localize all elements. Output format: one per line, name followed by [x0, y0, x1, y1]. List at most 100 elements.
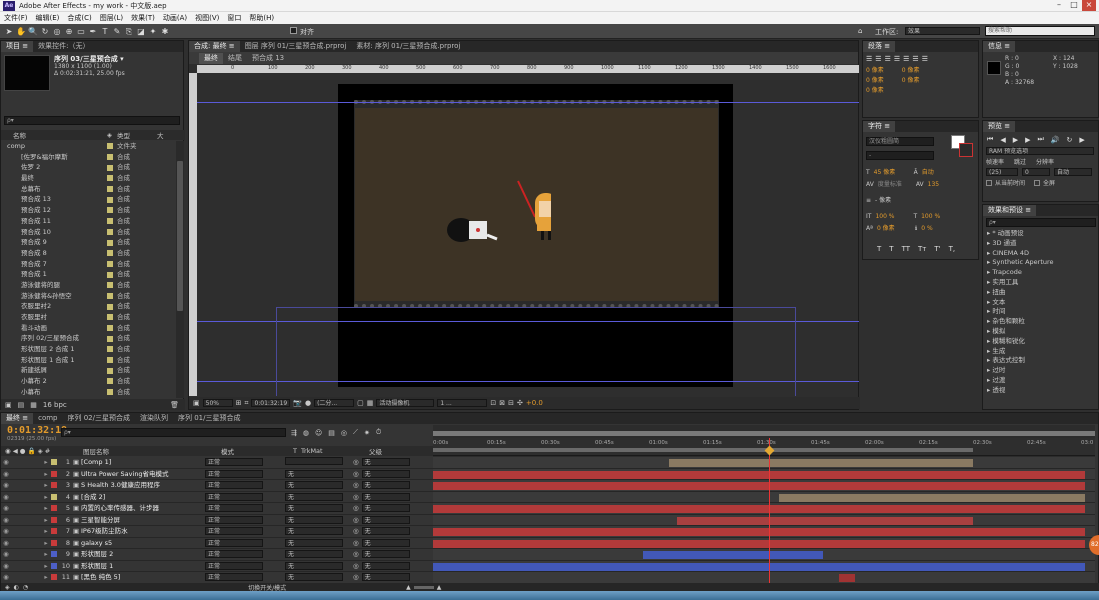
stroke-color-swatch[interactable]: [959, 143, 973, 157]
label-color-icon[interactable]: [107, 312, 117, 323]
first-frame-icon[interactable]: ⏮: [987, 135, 993, 144]
project-item[interactable]: 预合成 7 合成: [1, 259, 175, 270]
label-color-icon[interactable]: [107, 237, 117, 248]
effect-category[interactable]: ▸ 生成: [983, 347, 1098, 357]
layer-row[interactable]: ◉ ▸ 10 ▣ 形状图层 1 正常无 ◎ 无: [1, 561, 433, 572]
audio-toggle[interactable]: [11, 515, 21, 526]
clone-tool-icon[interactable]: ⎘: [124, 26, 134, 37]
blend-mode-select[interactable]: 正常: [205, 538, 263, 547]
lock-toggle[interactable]: [31, 492, 41, 503]
blend-mode-select[interactable]: 正常: [205, 481, 263, 489]
menu-item-8[interactable]: 帮助(H): [245, 12, 278, 24]
tab-character[interactable]: 字符 ≡: [863, 121, 896, 132]
effect-category[interactable]: ▸ 模拟: [983, 327, 1098, 337]
text-style-button[interactable]: Tт: [918, 245, 926, 253]
expand-arrow-icon[interactable]: ▸: [987, 366, 990, 374]
toggle-pixel-icon[interactable]: ⊡: [490, 399, 496, 407]
lock-toggle[interactable]: [31, 538, 41, 549]
pen-tool-icon[interactable]: ✒: [88, 26, 98, 37]
layer-name[interactable]: S Health 3.0健康应用程序: [81, 480, 205, 491]
layer-label-color[interactable]: [51, 538, 59, 549]
pickwhip-icon[interactable]: ◎: [353, 469, 359, 480]
font-size-value[interactable]: 45 像素: [874, 167, 914, 179]
hand-tool-icon[interactable]: ✋: [16, 26, 26, 37]
col-t[interactable]: T: [293, 447, 301, 455]
project-item[interactable]: 游泳健将&孙悟空 合成: [1, 291, 175, 302]
menu-item-4[interactable]: 效果(T): [127, 12, 159, 24]
project-item[interactable]: 形状图层 1 合成 1 合成: [1, 355, 175, 366]
timeline-tab[interactable]: 序列 02/三星预合成: [63, 413, 136, 424]
font-style-select[interactable]: -: [866, 151, 934, 160]
label-color-icon[interactable]: [107, 248, 117, 259]
project-item[interactable]: 总幕布 合成: [1, 184, 175, 195]
layer-name[interactable]: [黑色 纯色 5]: [81, 572, 205, 583]
blend-mode-select[interactable]: 正常: [205, 469, 263, 478]
ram-preview-options-select[interactable]: RAM 预览选项: [986, 147, 1094, 155]
audio-toggle[interactable]: [11, 469, 21, 480]
tab-info[interactable]: 信息 ≡: [983, 41, 1016, 52]
timeline-tab[interactable]: 渲染队列: [135, 413, 173, 424]
effect-category[interactable]: ▸ 扭曲: [983, 288, 1098, 298]
project-item[interactable]: [佐罗&福尔摩斯 合成: [1, 152, 175, 163]
loop-icon[interactable]: ↻: [1067, 136, 1073, 144]
graph-editor-icon[interactable]: ⟋: [353, 428, 358, 437]
frame-blending-icon[interactable]: ▤: [328, 429, 335, 437]
layer-name[interactable]: IP67级防尘防水: [81, 526, 205, 537]
effect-category[interactable]: ▸ 杂色和颗粒: [983, 317, 1098, 327]
label-color-icon[interactable]: [107, 227, 117, 238]
lock-toggle[interactable]: [31, 526, 41, 537]
layer-row[interactable]: ◉ ▸ 8 ▣ galaxy s5 正常无 ◎ 无: [1, 538, 433, 549]
project-item[interactable]: 预合成 8 合成: [1, 248, 175, 259]
layer-name[interactable]: 三星智能分屏: [81, 515, 205, 526]
solo-toggle[interactable]: [21, 457, 31, 468]
layer-duration-bar[interactable]: [839, 574, 855, 582]
col-mode[interactable]: 模式: [221, 446, 293, 456]
expand-arrow-icon[interactable]: ▸: [987, 376, 990, 384]
align-right-icon[interactable]: ☰: [885, 55, 891, 63]
solo-toggle[interactable]: [21, 503, 31, 514]
eraser-tool-icon[interactable]: ◪: [136, 26, 146, 37]
col-parent[interactable]: 父级: [369, 446, 382, 456]
pickwhip-icon[interactable]: ◎: [353, 515, 359, 526]
audio-toggle[interactable]: [11, 549, 21, 560]
project-item[interactable]: 衣服里衬2 合成: [1, 301, 175, 312]
parent-select[interactable]: 无: [361, 573, 410, 581]
layer-duration-bar[interactable]: [433, 539, 1085, 548]
effect-category[interactable]: ▸ Synthetic Aperture: [983, 258, 1098, 268]
resolution-select[interactable]: (二分...: [314, 399, 355, 407]
solo-toggle[interactable]: [21, 561, 31, 572]
fast-preview-icon[interactable]: ⊠: [499, 399, 505, 407]
layer-row[interactable]: ◉ ▸ 11 ▣ [黑色 纯色 5] 正常无 ◎ 无: [1, 572, 433, 583]
project-item[interactable]: 小幕布 2 合成: [1, 376, 175, 387]
layer-row[interactable]: ◉ ▸ 7 ▣ IP67级防尘防水 正常无 ◎ 无: [1, 526, 433, 538]
layer-name[interactable]: 形状图层 2: [81, 549, 205, 560]
rotate-tool-icon[interactable]: ↻: [40, 26, 50, 37]
pickwhip-icon[interactable]: ◎: [353, 526, 359, 537]
blend-mode-select[interactable]: 正常: [205, 515, 263, 524]
audio-icon[interactable]: 🔊: [1051, 136, 1060, 144]
project-item[interactable]: 小幕布 合成: [1, 387, 175, 398]
vertical-ruler[interactable]: [189, 73, 197, 396]
audio-toggle[interactable]: [11, 503, 21, 514]
timeline-tab[interactable]: 序列 01/三星预合成: [173, 413, 246, 424]
expand-layer-icon[interactable]: ▸: [41, 503, 51, 514]
pickwhip-icon[interactable]: ◎: [353, 538, 359, 549]
delete-icon[interactable]: 🗑: [170, 401, 179, 409]
bpc-label[interactable]: 16 bpc: [43, 401, 67, 409]
parent-select[interactable]: 无: [361, 458, 410, 466]
expand-arrow-icon[interactable]: ▸: [987, 317, 990, 325]
trkmat-select[interactable]: 无: [285, 469, 343, 478]
layer-name[interactable]: [Comp 1]: [81, 457, 205, 468]
text-style-button[interactable]: T': [934, 245, 940, 253]
justify-center-icon[interactable]: ☰: [903, 55, 909, 63]
time-ruler[interactable]: 0:00s 00:15s 00:30s 00:45s 01:00s 01:15s 01:30…: [433, 438, 1095, 456]
parent-select[interactable]: 无: [361, 561, 410, 570]
layer-duration-bar[interactable]: [433, 562, 1085, 571]
tab-comp-final[interactable]: 合成: 最终 ≡: [189, 41, 240, 52]
project-item[interactable]: 预合成 12 合成: [1, 205, 175, 216]
label-color-icon[interactable]: [107, 323, 117, 334]
visibility-eye-icon[interactable]: ◉: [1, 480, 11, 491]
search-help-input[interactable]: 搜索帮助: [985, 26, 1095, 36]
audio-toggle[interactable]: [11, 538, 21, 549]
layer-row[interactable]: ◉ ▸ 1 ▣ [Comp 1] 正常 ◎ 无: [1, 457, 433, 469]
